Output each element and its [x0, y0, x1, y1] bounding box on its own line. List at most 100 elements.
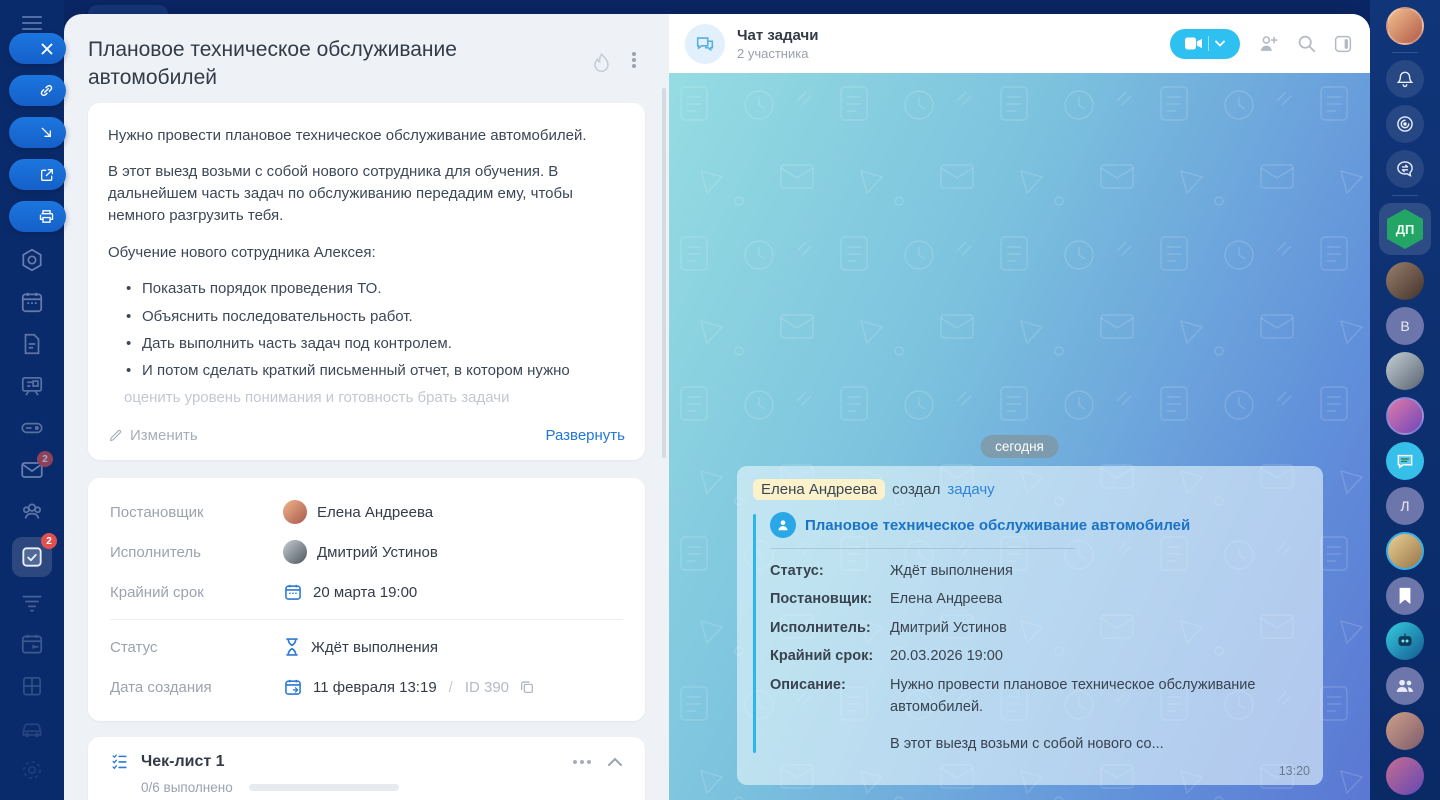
created-value: 11 февраля 13:19 / ID 390	[283, 677, 535, 697]
contact-avatar[interactable]	[1386, 712, 1424, 750]
contact-avatar[interactable]	[1386, 262, 1424, 300]
chevron-up-icon[interactable]	[607, 757, 623, 767]
sidebar-item-company[interactable]	[19, 673, 45, 699]
close-button[interactable]	[9, 33, 66, 64]
group-icon	[1395, 678, 1415, 694]
sidebar-item-settings[interactable]	[19, 247, 45, 273]
contact-initial[interactable]: Л	[1386, 487, 1424, 525]
profile-avatar[interactable]	[1386, 7, 1424, 45]
sidebar-item-mail[interactable]: 2	[19, 457, 45, 483]
detail-row: Постановщик Елена Андреева	[110, 492, 623, 532]
sidebar-item-documents[interactable]	[19, 331, 45, 357]
add-member-button[interactable]	[1258, 34, 1279, 53]
video-call-button[interactable]	[1170, 29, 1240, 59]
message-field: Постановщик: Елена Андреева	[770, 588, 1307, 610]
hourglass-icon	[283, 637, 301, 657]
copy-link-button[interactable]	[9, 75, 66, 106]
field-value: Елена Андреева	[890, 588, 1307, 610]
date-pill: сегодня	[980, 435, 1059, 458]
contact-avatar[interactable]	[1386, 532, 1424, 570]
sidebar-item-drive[interactable]	[19, 415, 45, 441]
task-card-title[interactable]: Плановое техническое обслуживание автомо…	[805, 517, 1190, 534]
sidebar-item-planner[interactable]	[19, 631, 45, 657]
messenger-button[interactable]	[1386, 150, 1424, 188]
person-add-icon	[1258, 34, 1279, 53]
presentation-board-icon	[19, 373, 45, 399]
contact-avatar[interactable]	[1386, 397, 1424, 435]
creator-value[interactable]: Елена Андреева	[283, 500, 433, 524]
task-header: Плановое техническое обслуживание автомо…	[64, 14, 669, 103]
separator: /	[449, 679, 453, 696]
field-label: Исполнитель:	[770, 617, 890, 639]
flame-icon[interactable]	[592, 52, 611, 74]
contact-initial[interactable]: В	[1386, 307, 1424, 345]
field-label: Статус:	[770, 560, 890, 582]
description-paragraph: Нужно провести плановое техническое обсл…	[108, 125, 625, 147]
field-label: Крайний срок:	[770, 645, 890, 667]
calendar-icon	[19, 289, 45, 315]
description-list: Показать порядок проведения ТО. Объяснит…	[108, 278, 625, 382]
document-icon	[19, 331, 45, 357]
list-item: Дать выполнить часть задач под контролем…	[126, 333, 625, 355]
copy-icon[interactable]	[519, 679, 535, 695]
page-title: Плановое техническое обслуживание автомо…	[88, 36, 488, 93]
sidebar-item-cars[interactable]	[19, 715, 45, 741]
status-value[interactable]: Ждёт выполнения	[283, 637, 438, 657]
copilot-button[interactable]	[1386, 105, 1424, 143]
deadline-value[interactable]: 20 марта 19:00	[283, 582, 417, 602]
detail-row: Статус Ждёт выполнения	[110, 627, 623, 667]
group-chat-item[interactable]	[1386, 667, 1424, 705]
sender-chip[interactable]: Елена Андреева	[753, 479, 885, 500]
checklist-menu[interactable]	[573, 760, 591, 764]
collapse-button[interactable]	[9, 117, 66, 148]
contact-avatar[interactable]	[1386, 352, 1424, 390]
expand-button[interactable]: Развернуть	[545, 427, 625, 444]
sidebar-item-tasks[interactable]: 2	[12, 537, 52, 577]
assignee-value[interactable]: Дмитрий Устинов	[283, 540, 438, 564]
assignee-name: Дмитрий Устинов	[317, 544, 438, 561]
sidebar-item-more-settings[interactable]	[19, 757, 45, 783]
task-link[interactable]: задачу	[947, 481, 994, 498]
list-item: И потом сделать краткий письменный отчет…	[126, 360, 625, 382]
task-person-icon	[770, 512, 796, 538]
saved-messages-item[interactable]	[1386, 577, 1424, 615]
robot-icon	[1395, 632, 1415, 650]
task-panel: Плановое техническое обслуживание автомо…	[64, 14, 669, 800]
scrollbar[interactable]	[662, 88, 666, 458]
search-button[interactable]	[1297, 34, 1316, 53]
kebab-menu[interactable]	[625, 50, 643, 70]
car-icon	[19, 715, 45, 741]
main-window: Плановое техническое обслуживание автомо…	[64, 14, 1370, 800]
side-panel-button[interactable]	[1334, 35, 1352, 53]
left-sidebar: 2 2	[0, 0, 64, 800]
bot-avatar[interactable]	[1386, 622, 1424, 660]
chevron-down-icon	[1215, 40, 1225, 47]
bell-icon	[1395, 69, 1415, 89]
divider	[110, 619, 623, 620]
message-field: Крайний срок: 20.03.2026 19:00	[770, 645, 1307, 667]
action-text: создал	[892, 481, 940, 498]
sidebar-item-feed[interactable]	[19, 589, 45, 615]
chat-avatar[interactable]	[685, 24, 725, 64]
menu-icon[interactable]	[22, 16, 42, 30]
contact-avatar[interactable]	[1386, 757, 1424, 795]
field-label: Постановщик	[110, 504, 283, 521]
calendar-arrow-icon	[283, 677, 303, 697]
sidebar-item-calendar[interactable]	[19, 289, 45, 315]
sidebar-item-board[interactable]	[19, 373, 45, 399]
field-value: 20.03.2026 19:00	[890, 645, 1307, 667]
avatar	[283, 500, 307, 524]
chat-transfer-icon	[1395, 159, 1415, 179]
external-link-icon	[39, 167, 55, 183]
workspace-item-active[interactable]: ДП	[1379, 203, 1431, 255]
open-in-new-button[interactable]	[9, 159, 66, 190]
sidebar-item-employees[interactable]	[19, 499, 45, 525]
edit-button[interactable]: Изменить	[108, 427, 198, 444]
field-label: Исполнитель	[110, 544, 283, 561]
chat-body: сегодня Елена Андреева создал задачу Пла…	[669, 73, 1370, 800]
channel-item[interactable]	[1386, 442, 1424, 480]
feed-icon	[19, 589, 45, 615]
print-button[interactable]	[9, 201, 66, 232]
sidebar-nav: 2 2	[0, 247, 64, 783]
notifications-button[interactable]	[1386, 60, 1424, 98]
